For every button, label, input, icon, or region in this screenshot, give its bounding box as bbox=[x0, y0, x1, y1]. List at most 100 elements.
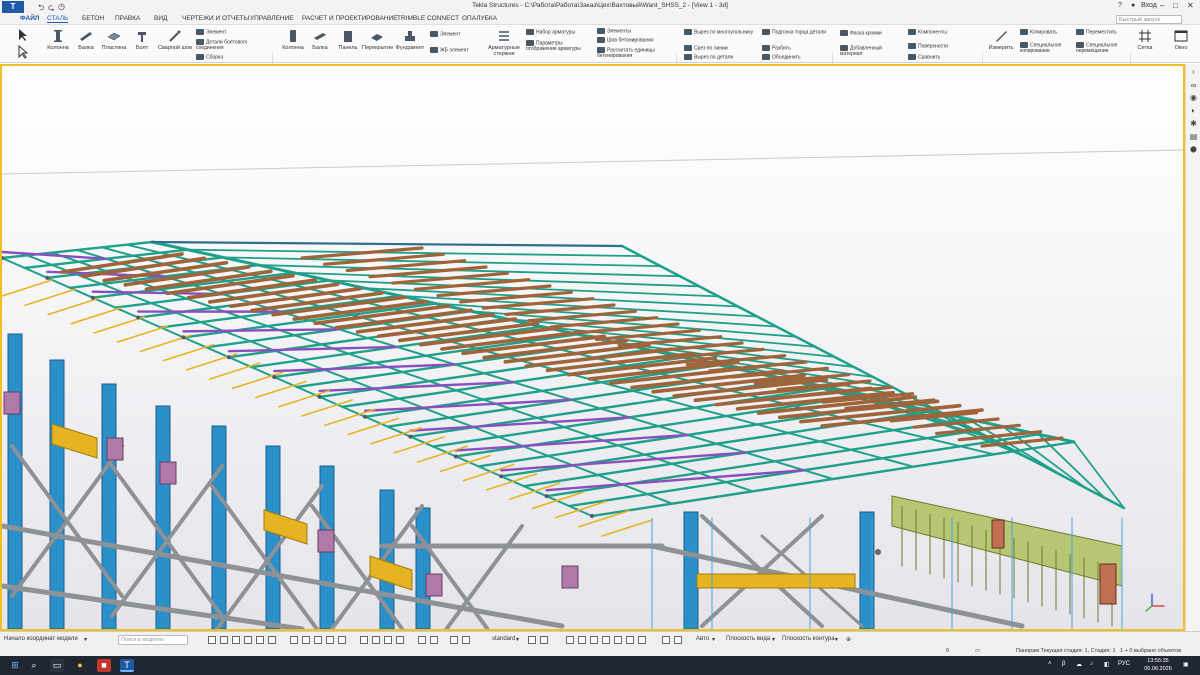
line-cut-button[interactable]: Срез по линии bbox=[684, 45, 728, 51]
snap-point-toggle[interactable] bbox=[384, 636, 392, 644]
connection-plate[interactable] bbox=[106, 437, 124, 461]
connection-plate[interactable] bbox=[3, 391, 21, 415]
explorer-icon[interactable]: ▭ bbox=[50, 659, 64, 672]
truss-node[interactable] bbox=[317, 394, 322, 399]
rebar-button[interactable]: Арматурные стержни bbox=[484, 29, 524, 57]
snap-mid-toggle[interactable] bbox=[302, 636, 310, 644]
tekla-taskbar-icon[interactable]: T bbox=[120, 659, 134, 672]
language-indicator[interactable]: РУС bbox=[1118, 661, 1130, 667]
auto-select[interactable]: Авто bbox=[696, 636, 709, 642]
compare-button[interactable]: Сравнить bbox=[908, 54, 940, 60]
diagonal-brace[interactable] bbox=[91, 290, 224, 296]
link-icon[interactable]: ∞ bbox=[1189, 82, 1198, 90]
lower-chord[interactable] bbox=[231, 371, 284, 390]
horizon-line[interactable] bbox=[2, 149, 1183, 175]
lower-chord[interactable] bbox=[416, 445, 469, 463]
snap-end-toggle[interactable] bbox=[290, 636, 298, 644]
move-button[interactable]: Переместить bbox=[1076, 29, 1117, 35]
tab-edit[interactable]: ПРАВКА bbox=[115, 15, 140, 22]
rebar-display-button[interactable]: Параметры отображения арматуры bbox=[526, 40, 590, 52]
link-toggle-icon[interactable]: ⊕ bbox=[846, 636, 851, 643]
select-components-toggle[interactable] bbox=[256, 636, 264, 644]
steel-column[interactable] bbox=[101, 383, 117, 629]
rc-element-button[interactable]: ЖБ элемент bbox=[430, 47, 469, 53]
diagonal-brace[interactable] bbox=[545, 468, 806, 492]
steel-column-button[interactable]: Колонна bbox=[44, 29, 72, 51]
panel-button[interactable]: Панель bbox=[336, 29, 360, 51]
tab-formwork[interactable]: ОПАЛУБКА bbox=[462, 15, 497, 22]
snap-intersect-toggle[interactable] bbox=[326, 636, 334, 644]
lower-chord[interactable] bbox=[47, 297, 99, 316]
bolt-parts-button[interactable]: Детали болтового соединения bbox=[196, 39, 266, 51]
surfaces-button[interactable]: Поверхности bbox=[908, 43, 948, 49]
eave-chord-far[interactable] bbox=[620, 244, 1126, 510]
model-search-input[interactable]: Поиск в моделях bbox=[118, 635, 188, 645]
snap-circle-center-toggle[interactable] bbox=[590, 636, 598, 644]
lower-chord[interactable] bbox=[2, 279, 53, 297]
minimize-icon[interactable]: – bbox=[1160, 1, 1164, 10]
steel-column[interactable] bbox=[265, 445, 281, 629]
lower-chord[interactable] bbox=[601, 519, 653, 537]
connection-plate[interactable] bbox=[425, 573, 443, 597]
snap-edge-toggle[interactable] bbox=[372, 636, 380, 644]
snap-nearest-point-toggle[interactable] bbox=[674, 636, 682, 644]
rotation-center[interactable] bbox=[875, 549, 881, 555]
footing-button[interactable]: Фундамент bbox=[394, 29, 426, 51]
snap-midpoint-toggle[interactable] bbox=[602, 636, 610, 644]
ridge-end-chord[interactable] bbox=[150, 240, 624, 248]
app-icon[interactable]: ■ bbox=[97, 659, 111, 672]
measure-button[interactable]: Измерить bbox=[986, 29, 1016, 51]
ground-beam[interactable] bbox=[2, 583, 305, 629]
concrete-element-button[interactable]: Элемент bbox=[430, 31, 460, 37]
weld-button[interactable]: Сварной шов bbox=[156, 29, 194, 51]
steel-column[interactable] bbox=[49, 359, 65, 629]
select-bolts-toggle[interactable] bbox=[244, 636, 252, 644]
tab-steel[interactable]: СТАЛЬ bbox=[47, 15, 69, 23]
diagonal-brace[interactable] bbox=[500, 451, 747, 472]
close-icon[interactable]: ✕ bbox=[1187, 1, 1194, 10]
snap-center-toggle[interactable] bbox=[314, 636, 322, 644]
notification-icon[interactable]: ▣ bbox=[1183, 661, 1189, 668]
lower-chord[interactable] bbox=[255, 380, 307, 399]
select-welds-toggle[interactable] bbox=[232, 636, 240, 644]
snap-nearest-toggle[interactable] bbox=[396, 636, 404, 644]
truss-node[interactable] bbox=[453, 454, 458, 459]
properties-icon[interactable]: ▤ bbox=[1189, 133, 1198, 141]
steel-element-button[interactable]: Элемент bbox=[196, 29, 226, 35]
rebar-set-button[interactable]: Набор арматуры bbox=[526, 29, 575, 35]
clip-icon[interactable]: ◐ bbox=[1189, 107, 1198, 115]
view-plane-chevron-icon[interactable]: ▾ bbox=[772, 636, 775, 643]
chevron-down-icon[interactable]: ▾ bbox=[84, 636, 87, 643]
split-button[interactable]: Разбить bbox=[762, 45, 791, 51]
pour-units-button[interactable]: Рассчитать единицы бетонирования bbox=[597, 47, 669, 59]
tab-view[interactable]: ВИД bbox=[154, 15, 167, 22]
assembly-button[interactable]: Сборка bbox=[196, 54, 223, 60]
copy-button[interactable]: Копировать bbox=[1020, 29, 1057, 35]
truss-node[interactable] bbox=[590, 514, 594, 518]
snap-intersection-toggle[interactable] bbox=[614, 636, 622, 644]
axis-y[interactable] bbox=[1145, 605, 1153, 612]
lower-chord[interactable] bbox=[162, 343, 215, 362]
connection-plate[interactable] bbox=[317, 529, 335, 553]
snap-tool-icon[interactable] bbox=[16, 45, 30, 61]
snap-ref-toggle[interactable] bbox=[430, 636, 438, 644]
object-icon[interactable]: ⬢ bbox=[1189, 146, 1198, 154]
move-special-button[interactable]: Специальное перемещение bbox=[1076, 42, 1128, 54]
clock-date[interactable]: 05.06.2026 bbox=[1138, 666, 1178, 672]
snap-circle-toggle[interactable] bbox=[578, 636, 586, 644]
view-plane-select[interactable]: Плоскость вида bbox=[726, 636, 770, 642]
bluetooth-icon[interactable]: β bbox=[1062, 661, 1065, 667]
snap-switch-toggle[interactable] bbox=[540, 636, 548, 644]
login-link[interactable]: Вход bbox=[1141, 2, 1157, 9]
combine-button[interactable]: Объединить bbox=[762, 54, 801, 60]
filter-chevron-icon[interactable]: ▾ bbox=[516, 636, 519, 643]
layers-icon[interactable]: ◉ bbox=[1189, 94, 1198, 102]
chevron-right-icon[interactable]: › bbox=[1189, 68, 1198, 76]
clock-time[interactable]: 13:55:35 bbox=[1138, 658, 1178, 664]
snap-geom-toggle[interactable] bbox=[450, 636, 458, 644]
select-all-toggle[interactable] bbox=[208, 636, 216, 644]
settings-icon[interactable]: ✱ bbox=[1189, 120, 1198, 128]
help-icon[interactable]: ? bbox=[1118, 2, 1122, 9]
lower-chord[interactable] bbox=[70, 306, 123, 325]
snap-grid-toggle[interactable] bbox=[418, 636, 426, 644]
